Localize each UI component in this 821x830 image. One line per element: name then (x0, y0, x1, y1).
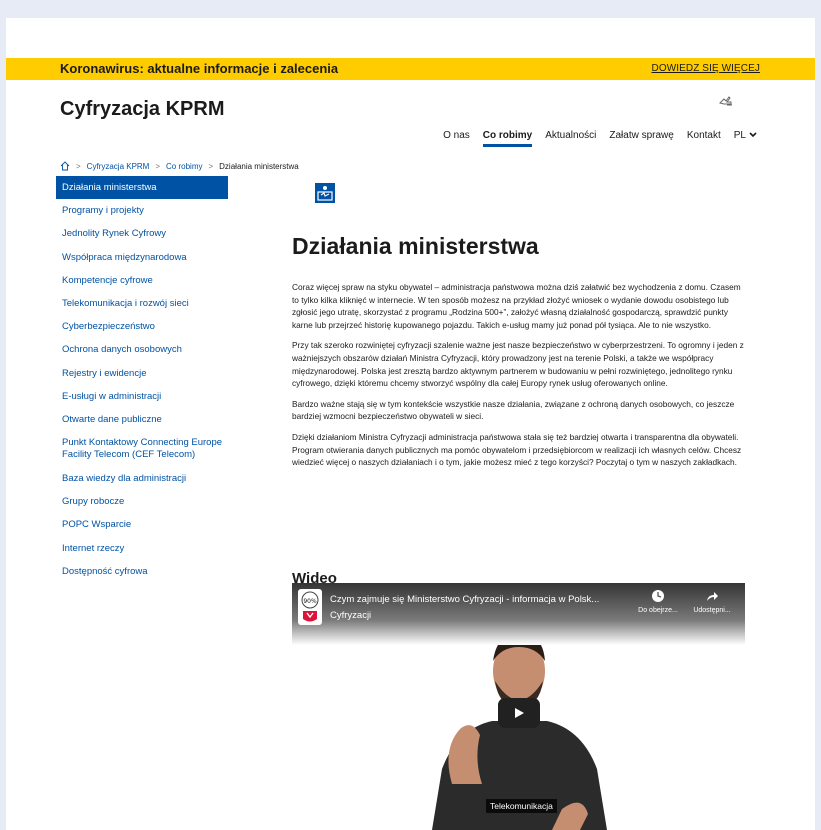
chevron-down-icon (749, 130, 757, 140)
article-paragraph: Coraz więcej spraw na styku obywatel – a… (292, 282, 741, 330)
home-icon[interactable] (60, 161, 70, 171)
share-button[interactable]: Udostępni... (687, 589, 737, 614)
breadcrumb-separator-icon: > (76, 161, 81, 171)
sidebar-item-baza-wiedzy[interactable]: Baza wiedzy dla administracji (56, 467, 228, 490)
play-button[interactable] (498, 698, 540, 728)
sign-language-video-icon (315, 183, 335, 203)
article-body: Coraz więcej spraw na styku obywatel – a… (292, 281, 746, 477)
nav-aktualnosci[interactable]: Aktualności (545, 130, 596, 147)
video-channel-name[interactable]: Cyfryzacji (330, 610, 371, 621)
browser-top-strip (0, 0, 821, 18)
language-selector[interactable]: PL (734, 130, 757, 147)
site-title[interactable]: Cyfryzacja KPRM (60, 98, 225, 121)
sidebar-menu: Działania ministerstwa Programy i projek… (56, 176, 228, 583)
sidebar-item-e-uslugi[interactable]: E-usługi w administracji (56, 385, 228, 408)
covid-banner-title: Koronawirus: aktualne informacje i zalec… (60, 61, 339, 76)
video-caption: Telekomunikacja (486, 799, 557, 813)
channel-logo-text: 90% (303, 598, 317, 605)
page-title: Działania ministerstwa (292, 233, 539, 260)
nav-kontakt[interactable]: Kontakt (687, 130, 721, 147)
nav-zalatw-sprawe[interactable]: Załatw sprawę (609, 130, 673, 147)
video-top-bar: 90% Czym zajmuje się Ministerstwo Cyfryz… (292, 583, 745, 645)
language-label: PL (733, 130, 746, 141)
breadcrumb-separator-icon: > (208, 161, 214, 171)
sidebar-item-wspolpraca-miedzynarodowa[interactable]: Współpraca międzynarodowa (56, 246, 228, 269)
main-nav: O nas Co robimy Aktualności Załatw spraw… (430, 130, 757, 147)
nav-co-robimy[interactable]: Co robimy (482, 130, 533, 147)
sidebar-item-programy-i-projekty[interactable]: Programy i projekty (56, 199, 228, 222)
sidebar-item-ochrona-danych[interactable]: Ochrona danych osobowych (56, 338, 228, 361)
sidebar-item-popc-wsparcie[interactable]: POPC Wsparcie (56, 513, 228, 536)
video-title[interactable]: Czym zajmuje się Ministerstwo Cyfryzacji… (330, 594, 599, 605)
play-icon (515, 708, 524, 718)
article-paragraph: Dzięki działaniom Ministra Cyfryzacji ad… (292, 431, 742, 468)
share-icon (707, 592, 718, 601)
sidebar-item-dzialania-ministerstwa[interactable]: Działania ministerstwa (56, 176, 228, 200)
sidebar-item-otwarte-dane[interactable]: Otwarte dane publiczne (56, 408, 228, 431)
sidebar-item-cyberbezpieczenstwo[interactable]: Cyberbezpieczeństwo (56, 315, 228, 338)
sidebar-item-rejestry[interactable]: Rejestry i ewidencje (56, 362, 228, 385)
breadcrumb-item[interactable]: Cyfryzacja KPRM (87, 162, 150, 171)
watch-later-label: Do obejrze... (638, 607, 678, 614)
watch-later-button[interactable]: Do obejrze... (633, 589, 683, 614)
sidebar-item-kompetencje-cyfrowe[interactable]: Kompetencje cyfrowe (56, 269, 228, 292)
sidebar-item-internet-rzeczy[interactable]: Internet rzeczy (56, 537, 228, 560)
sidebar-item-cef-telecom[interactable]: Punkt Kontaktowy Connecting Europe Facil… (56, 431, 228, 467)
share-label: Udostępni... (693, 607, 731, 614)
page-frame: Koronawirus: aktualne informacje i zalec… (6, 18, 815, 830)
article-paragraph: Przy tak szeroko rozwiniętej cyfryzacji … (292, 340, 744, 389)
covid-banner: Koronawirus: aktualne informacje i zalec… (6, 58, 815, 80)
sidebar-item-dostepnosc-cyfrowa[interactable]: Dostępność cyfrowa (56, 560, 228, 583)
channel-logo-icon[interactable]: 90% (298, 589, 322, 625)
sidebar-item-grupy-robocze[interactable]: Grupy robocze (56, 490, 228, 513)
breadcrumb-item[interactable]: Co robimy (166, 162, 202, 171)
nav-o-nas[interactable]: O nas (443, 130, 470, 147)
video-player[interactable]: 90% Czym zajmuje się Ministerstwo Cyfryz… (292, 583, 745, 830)
breadcrumb: > Cyfryzacja KPRM > Co robimy > Działani… (60, 161, 299, 171)
breadcrumb-separator-icon: > (155, 161, 161, 171)
covid-more-link[interactable]: DOWIEDZ SIĘ WIĘCEJ (652, 63, 760, 74)
article-paragraph: Bardzo ważne stają się w tym kontekście … (292, 398, 735, 422)
breadcrumb-current: Działania ministerstwa (219, 161, 299, 171)
sidebar-item-telekomunikacja[interactable]: Telekomunikacja i rozwój sieci (56, 292, 228, 315)
sidebar-item-jednolity-rynek-cyfrowy[interactable]: Jednolity Rynek Cyfrowy (56, 222, 228, 245)
sign-language-icon[interactable] (718, 94, 734, 108)
clock-icon (652, 590, 664, 602)
